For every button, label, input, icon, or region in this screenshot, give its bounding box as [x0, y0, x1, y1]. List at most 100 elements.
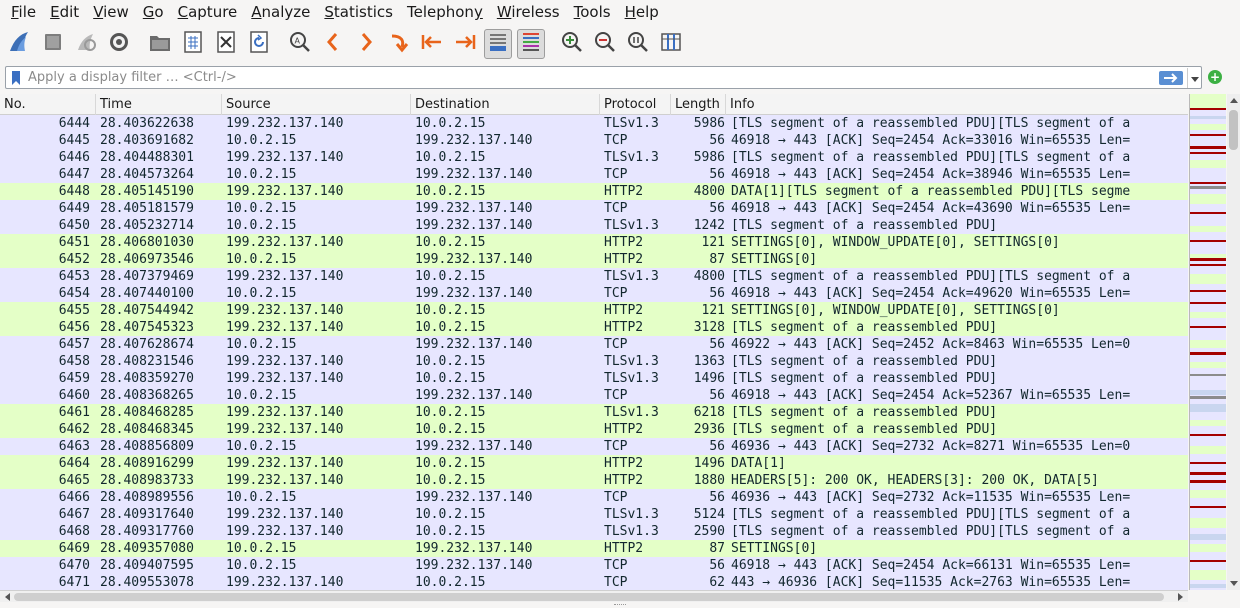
packet-row[interactable]: 6450 28.405232714 10.0.2.15 199.232.137.140… [0, 217, 1188, 234]
packet-row[interactable]: 6468 28.409317760 199.232.137.140 10.0.2.15… [0, 523, 1188, 540]
column-header-source[interactable]: Source [222, 94, 411, 115]
menu-mnemonic: C [177, 3, 189, 21]
packet-source: 199.232.137.140 [226, 303, 344, 318]
menu-item[interactable]: File [4, 0, 43, 24]
column-header-destination[interactable]: Destination [411, 94, 600, 115]
packet-row[interactable]: 6456 28.407545323 199.232.137.140 10.0.2.15… [0, 319, 1188, 336]
packet-row[interactable]: 6462 28.408468345 199.232.137.140 10.0.2.15… [0, 421, 1188, 438]
minimap-mark [1190, 302, 1226, 304]
menu-item[interactable]: Analyze [244, 0, 317, 24]
packet-row[interactable]: 6449 28.405181579 10.0.2.15 199.232.137.140… [0, 200, 1188, 217]
horizontal-scroll-thumb[interactable] [14, 593, 1164, 601]
filter-history-dropdown[interactable] [1187, 67, 1201, 88]
last-packet-button[interactable] [451, 29, 479, 59]
packet-number: 6446 [58, 150, 90, 165]
menu-item[interactable]: Tools [567, 0, 618, 24]
column-header-no[interactable]: No. [0, 94, 96, 115]
packet-row[interactable]: 6470 28.409407595 10.0.2.15 199.232.137.140… [0, 557, 1188, 574]
packet-row[interactable]: 6459 28.408359270 199.232.137.140 10.0.2.15… [0, 370, 1188, 387]
pane-splitter[interactable] [0, 602, 1240, 608]
packet-protocol: TCP [604, 286, 628, 301]
scroll-down-arrow-icon[interactable] [1227, 578, 1240, 590]
packet-row[interactable]: 6451 28.406801030 199.232.137.140 10.0.2.15… [0, 234, 1188, 251]
packet-row[interactable]: 6465 28.408983733 199.232.137.140 10.0.2.15… [0, 472, 1188, 489]
menu-item[interactable]: Go [136, 0, 171, 24]
menu-item[interactable]: Edit [43, 0, 86, 24]
column-header-length[interactable]: Length [671, 94, 726, 115]
previous-packet-button[interactable] [319, 29, 347, 59]
packet-row[interactable]: 6469 28.409357080 10.0.2.15 199.232.137.140… [0, 540, 1188, 557]
packet-source: 199.232.137.140 [226, 371, 344, 386]
packet-time: 28.408856809 [100, 439, 194, 454]
packet-info: 46918 → 443 [ACK] Seq=2454 Ack=38946 Win… [731, 167, 1131, 182]
packet-row[interactable]: 6467 28.409317640 199.232.137.140 10.0.2.15… [0, 506, 1188, 523]
bookmark-icon[interactable] [8, 67, 24, 88]
minimap-mark [1190, 518, 1226, 528]
save-file-button[interactable] [179, 29, 207, 59]
menu-item[interactable]: Capture [171, 0, 245, 24]
packet-row[interactable]: 6471 28.409553078 199.232.137.140 10.0.2.15… [0, 574, 1188, 590]
packet-row[interactable]: 6445 28.403691682 10.0.2.15 199.232.137.140… [0, 132, 1188, 149]
capture-options-button[interactable] [105, 29, 133, 59]
packet-row[interactable]: 6444 28.403622638 199.232.137.140 10.0.2.15… [0, 115, 1188, 132]
column-header-protocol[interactable]: Protocol [600, 94, 671, 115]
column-header-time[interactable]: Time [96, 94, 222, 115]
packet-length: 87 [709, 541, 725, 556]
menu-item[interactable]: Wireless [490, 0, 567, 24]
start-capture-button[interactable] [6, 29, 34, 59]
packet-row[interactable]: 6447 28.404573264 10.0.2.15 199.232.137.140… [0, 166, 1188, 183]
close-file-icon [216, 30, 236, 58]
apply-filter-button[interactable] [1159, 70, 1183, 85]
packet-row[interactable]: 6457 28.407628674 10.0.2.15 199.232.137.140… [0, 336, 1188, 353]
packet-info: [TLS segment of a reassembled PDU] [731, 405, 998, 420]
vertical-scrollbar[interactable] [1227, 94, 1240, 590]
normal-size-button[interactable] [624, 29, 652, 59]
packet-row[interactable]: 6454 28.407440100 10.0.2.15 199.232.137.140… [0, 285, 1188, 302]
packet-row[interactable]: 6448 28.405145190 199.232.137.140 10.0.2.15… [0, 183, 1188, 200]
packet-length: 1496 [693, 456, 725, 471]
packet-row[interactable]: 6452 28.406973546 10.0.2.15 199.232.137.140… [0, 251, 1188, 268]
menu-item[interactable]: Statistics [317, 0, 400, 24]
next-packet-button[interactable] [352, 29, 380, 59]
reload-file-button[interactable] [245, 29, 273, 59]
packet-row[interactable]: 6463 28.408856809 10.0.2.15 199.232.137.140… [0, 438, 1188, 455]
packet-row[interactable]: 6458 28.408231546 199.232.137.140 10.0.2.15… [0, 353, 1188, 370]
first-packet-button[interactable] [418, 29, 446, 59]
packet-row[interactable]: 6455 28.407544942 199.232.137.140 10.0.2.15… [0, 302, 1188, 319]
column-header-info[interactable]: Info [726, 94, 1188, 115]
resize-columns-button[interactable] [657, 29, 685, 59]
close-file-button[interactable] [212, 29, 240, 59]
packet-list[interactable]: No. Time Source Destination Protocol Len… [0, 94, 1188, 590]
find-packet-button[interactable]: A [286, 29, 314, 59]
packet-source: 199.232.137.140 [226, 405, 344, 420]
autoscroll-button[interactable] [484, 28, 512, 59]
packet-row[interactable]: 6460 28.408368265 10.0.2.15 199.232.137.140… [0, 387, 1188, 404]
packet-length: 56 [709, 286, 725, 301]
packet-row[interactable]: 6446 28.404488301 199.232.137.140 10.0.2.15… [0, 149, 1188, 166]
menu-item[interactable]: Help [618, 0, 666, 24]
packet-row[interactable]: 6466 28.408989556 10.0.2.15 199.232.137.140… [0, 489, 1188, 506]
zoom-out-button[interactable] [591, 29, 619, 59]
packet-minimap[interactable] [1189, 94, 1226, 590]
packet-row[interactable]: 6464 28.408916299 199.232.137.140 10.0.2.15… [0, 455, 1188, 472]
colorize-button[interactable] [517, 28, 545, 59]
packet-destination: 199.232.137.140 [415, 541, 533, 556]
menu-item[interactable]: Telephony [400, 0, 490, 24]
packet-row[interactable]: 6453 28.407379469 199.232.137.140 10.0.2.15… [0, 268, 1188, 285]
scroll-up-arrow-icon[interactable] [1227, 94, 1240, 106]
stop-capture-button[interactable] [39, 29, 67, 59]
splitter-handle-icon[interactable] [614, 604, 626, 606]
horizontal-scrollbar[interactable] [0, 590, 1188, 602]
add-filter-button[interactable]: + [1208, 70, 1222, 84]
main-toolbar: A [0, 25, 1240, 62]
minimap-mark [1190, 134, 1226, 136]
go-to-packet-button[interactable] [385, 29, 413, 59]
display-filter-input[interactable] [24, 68, 1159, 87]
zoom-in-button[interactable] [558, 29, 586, 59]
menu-item[interactable]: View [86, 0, 136, 24]
packet-protocol: HTTP2 [604, 541, 644, 556]
open-file-button[interactable] [146, 29, 174, 59]
vertical-scroll-thumb[interactable] [1229, 110, 1238, 150]
restart-capture-button[interactable] [72, 29, 100, 59]
packet-row[interactable]: 6461 28.408468285 199.232.137.140 10.0.2.15… [0, 404, 1188, 421]
